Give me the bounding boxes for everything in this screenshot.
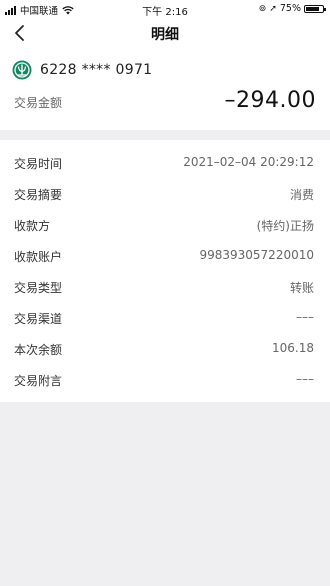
battery-icon xyxy=(304,4,326,13)
detail-row-channel: 交易渠道 ––– xyxy=(0,302,330,333)
location-icon: ➚ xyxy=(269,3,277,14)
detail-value: (特约)正扬 xyxy=(256,219,314,233)
nav-bar: 明细 xyxy=(0,18,330,48)
detail-label: 交易类型 xyxy=(14,281,63,295)
orientation-lock-icon: ⊚ xyxy=(258,3,267,14)
detail-row-remark: 交易附言 ––– xyxy=(0,364,330,395)
detail-row-balance: 本次余额 106.18 xyxy=(0,333,330,364)
card-number: 6228 **** 0971 xyxy=(40,62,153,78)
amount-value: –294.00 xyxy=(224,88,316,113)
detail-value: 转账 xyxy=(289,281,314,295)
detail-label: 交易渠道 xyxy=(14,312,63,326)
detail-row-summary: 交易摘要 消费 xyxy=(0,178,330,209)
detail-row-payee-account: 收款账户 998393057220010 xyxy=(0,240,330,271)
detail-label: 收款方 xyxy=(14,219,51,233)
detail-value: 106.18 xyxy=(272,341,314,355)
status-right: ⊚ ➚ 75% xyxy=(258,3,326,14)
status-bar: 中国联通 下午 2:16 ⊚ ➚ 75% xyxy=(0,0,330,18)
detail-row-time: 交易时间 2021–02–04 20:29:12 xyxy=(0,147,330,178)
detail-label: 本次余额 xyxy=(14,343,63,357)
detail-label: 交易时间 xyxy=(14,157,63,171)
detail-label: 交易摘要 xyxy=(14,188,63,202)
amount-label: 交易金额 xyxy=(14,96,63,110)
battery-percent: 75% xyxy=(279,3,301,14)
detail-value: 2021–02–04 20:29:12 xyxy=(183,155,314,169)
detail-label: 交易附言 xyxy=(14,374,63,388)
detail-value: 998393057220010 xyxy=(199,248,314,262)
detail-value: ––– xyxy=(296,310,314,324)
detail-value: ––– xyxy=(296,372,314,386)
detail-label: 收款账户 xyxy=(14,250,63,264)
detail-row-type: 交易类型 转账 xyxy=(0,271,330,302)
page-title: 明细 xyxy=(151,27,179,43)
account-card: 6228 **** 0971 交易金额 –294.00 xyxy=(0,48,330,130)
bank-logo-icon xyxy=(12,60,32,80)
detail-row-payee: 收款方 (特约)正扬 xyxy=(0,209,330,240)
detail-value: 消费 xyxy=(289,188,314,202)
transaction-details: 交易时间 2021–02–04 20:29:12 交易摘要 消费 收款方 (特约… xyxy=(0,140,330,402)
